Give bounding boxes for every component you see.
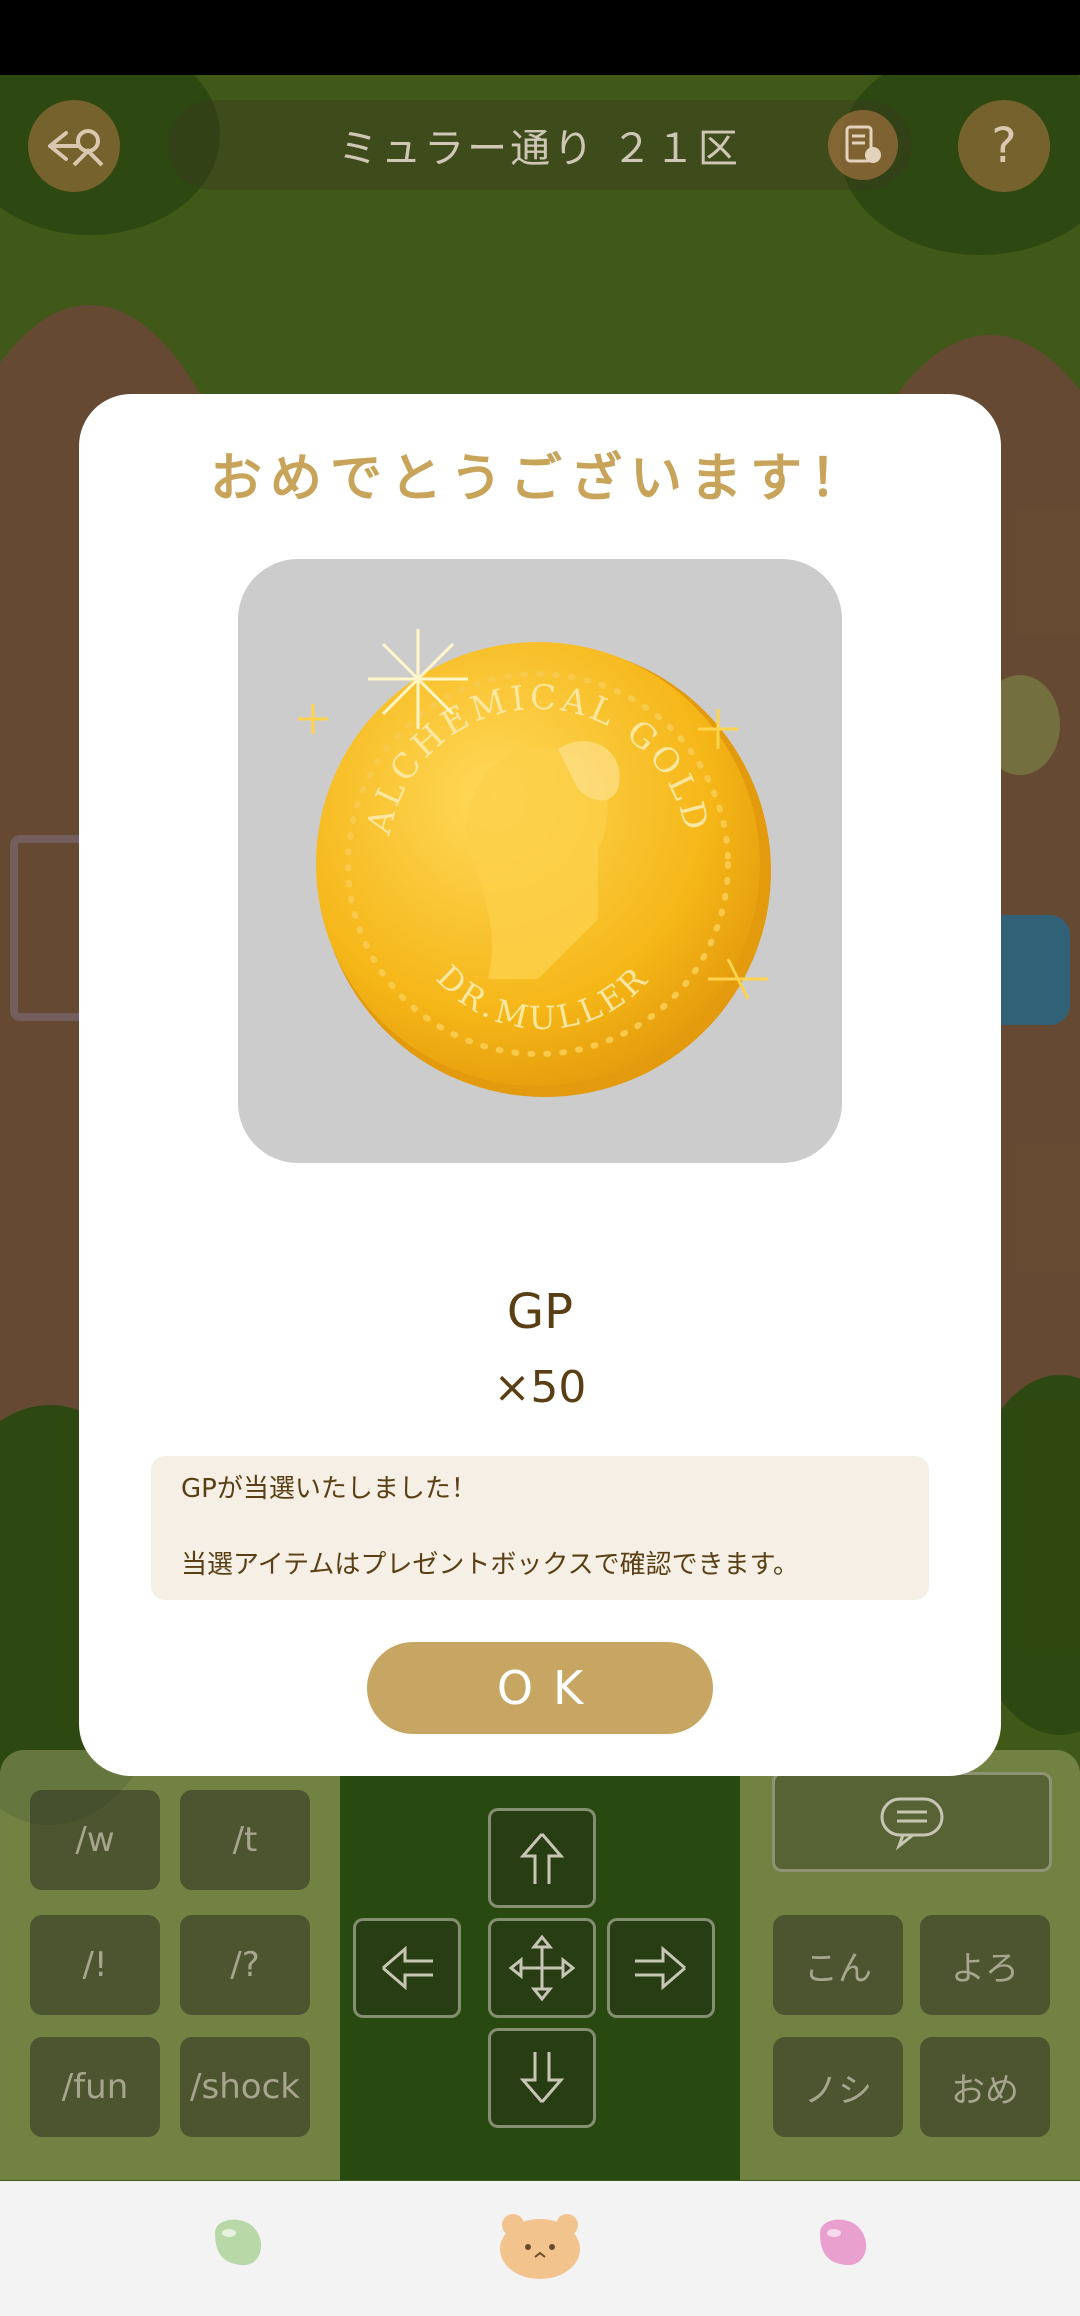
emote-key[interactable]: /w	[30, 1790, 160, 1890]
exit-arrow-icon	[48, 129, 104, 167]
exit-button[interactable]	[28, 100, 120, 192]
message-line: GPが当選いたしました！	[181, 1474, 477, 1504]
green-bean-icon	[215, 2219, 262, 2266]
bear-face-icon	[500, 2214, 580, 2279]
status-bar	[0, 0, 1080, 75]
prize-quantity: ×50	[493, 1362, 587, 1413]
map-pin-icon	[845, 125, 881, 163]
chat-button[interactable]	[772, 1772, 1052, 1872]
help-label: ?	[991, 118, 1017, 174]
emote-key[interactable]: /shock	[180, 2037, 310, 2137]
message-line	[181, 1508, 899, 1546]
location-name: ミュラー通り ２１区	[338, 126, 741, 172]
arrow-down-icon	[519, 2052, 565, 2103]
phrase-key[interactable]: ノシ	[773, 2037, 903, 2137]
right-button[interactable]	[607, 1918, 715, 2018]
dialog-title: おめでとうございます！	[209, 449, 870, 509]
map-button[interactable]	[828, 110, 898, 180]
move-button[interactable]	[488, 1918, 596, 2018]
left-button[interactable]	[353, 1918, 461, 2018]
down-button[interactable]	[488, 2028, 596, 2128]
phrase-key[interactable]: おめ	[920, 2037, 1050, 2137]
bottom-nav	[0, 2181, 1080, 2316]
message-box: GPが当選いたしました！ 当選アイテムはプレゼントボックスで確認できます。	[151, 1456, 929, 1600]
up-button[interactable]	[488, 1808, 596, 1908]
pink-bean-icon	[820, 2219, 867, 2266]
chat-bubble-icon	[880, 1797, 944, 1850]
help-button[interactable]: ?	[958, 100, 1050, 192]
ok-button[interactable]: OK	[367, 1642, 713, 1734]
control-panel: /w /t /! /? /fun /shock こん よろ ノシ おめ	[0, 1750, 1080, 2180]
arrow-up-icon	[519, 1833, 565, 1884]
emote-key[interactable]: /t	[180, 1790, 310, 1890]
gold-coin-image: ALCHEMICAL GOLD DR.MULLER	[298, 629, 771, 1097]
nav-item-green-bean[interactable]	[205, 2213, 269, 2271]
emote-key[interactable]: /?	[180, 1915, 310, 2015]
top-bar: ミュラー通り ２１区 ?	[0, 100, 1080, 200]
emote-key[interactable]: /fun	[30, 2037, 160, 2137]
reward-dialog: おめでとうございます！ ALCHEMICAL GOLD DR.MULLER GP…	[79, 394, 1001, 1776]
prize-name: GP	[506, 1284, 574, 1340]
arrow-right-icon	[635, 1945, 686, 1991]
prize-image-frame: ALCHEMICAL GOLD DR.MULLER	[238, 559, 842, 1163]
arrow-left-icon	[382, 1945, 433, 1991]
phrase-key[interactable]: こん	[773, 1915, 903, 2015]
message-line: 当選アイテムはプレゼントボックスで確認できます。	[181, 1550, 800, 1580]
emote-key[interactable]: /!	[30, 1915, 160, 2015]
phrase-key[interactable]: よろ	[920, 1915, 1050, 2015]
nav-item-bear[interactable]	[495, 2211, 585, 2281]
nav-item-pink-bean[interactable]	[810, 2213, 874, 2271]
location-pill: ミュラー通り ２１区	[167, 100, 912, 190]
move-icon	[508, 1934, 576, 2002]
